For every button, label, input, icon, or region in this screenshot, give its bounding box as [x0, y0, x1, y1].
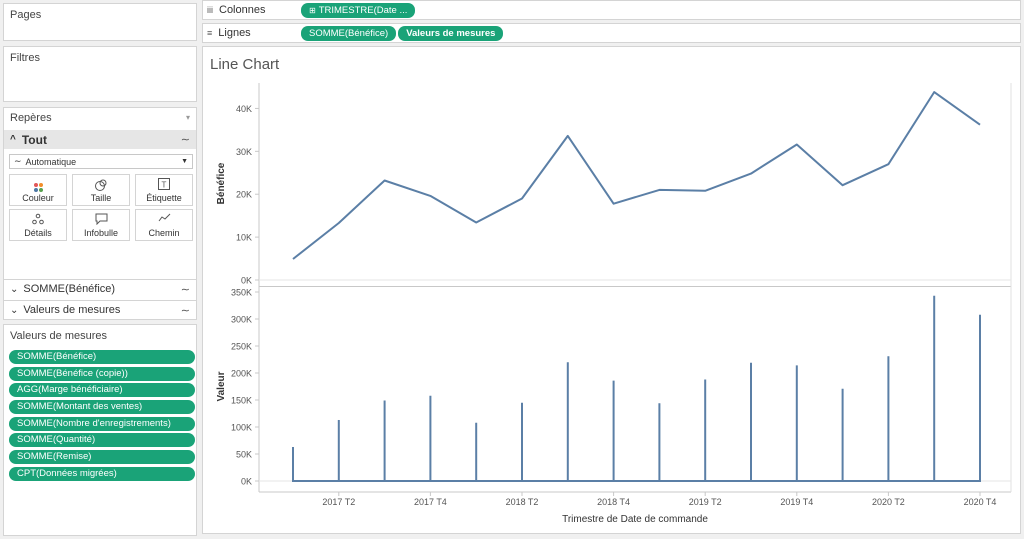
color-icon: [10, 178, 66, 192]
y-axis-title: Bénéfice: [216, 162, 227, 204]
pages-title: Pages: [10, 9, 42, 21]
x-tick-label: 2020 T2: [872, 497, 905, 507]
measure-pill[interactable]: CPT(Données migrées): [9, 466, 195, 481]
measure-pill[interactable]: SOMME(Bénéfice (copie)): [9, 366, 195, 381]
series-line: [292, 91, 981, 260]
marks-section-label: SOMME(Bénéfice): [23, 283, 116, 295]
y-tick-label: 0K: [241, 276, 252, 286]
size-icon: [73, 178, 129, 192]
filters-card[interactable]: Filtres: [3, 46, 197, 102]
columns-shelf-label: iii Colonnes: [203, 4, 301, 16]
marks-header: Repères ▾: [4, 108, 196, 127]
chevron-down-icon[interactable]: ⌄: [10, 305, 18, 316]
x-tick-label: 2017 T4: [414, 497, 447, 507]
detail-button[interactable]: Détails: [9, 209, 67, 241]
columns-pill-label: TRIMESTRE(Date ...: [318, 4, 408, 16]
chart-area: Line Chart 0K 10K 20K 30K 40K Bénéfice 0K 50K 10…: [202, 46, 1021, 534]
marks-section-measure-values[interactable]: ⌄ Valeurs de mesures ∼: [4, 300, 196, 319]
label-button[interactable]: T Étiquette: [135, 174, 193, 206]
line-mark-icon: ∼: [180, 304, 190, 317]
columns-label-text: Colonnes: [219, 4, 266, 16]
measure-pill[interactable]: AGG(Marge bénéficiaire): [9, 383, 195, 398]
x-tick-label: 2018 T2: [506, 497, 539, 507]
y-tick-label: 150K: [231, 396, 252, 406]
measure-pill[interactable]: SOMME(Bénéfice): [9, 350, 195, 364]
path-button-label: Chemin: [148, 228, 180, 238]
chevron-down-icon[interactable]: ⌄: [10, 284, 18, 295]
y-tick-label: 20K: [236, 190, 252, 200]
tooltip-button[interactable]: Infobulle: [72, 209, 130, 241]
detail-icon: [10, 213, 66, 227]
measure-values-list: SOMME(Bénéfice) SOMME(Bénéfice (copie)) …: [9, 350, 195, 484]
y-tick-label: 30K: [236, 147, 252, 157]
y-tick-label: 0K: [241, 477, 252, 487]
x-tick-label: 2017 T2: [322, 497, 355, 507]
left-panel: Pages Filtres Repères ▾ ^ Tout ∼ ∼ Autom…: [0, 0, 199, 539]
y-axis-title: Valeur: [216, 371, 227, 401]
line-mark-icon: ∼: [14, 156, 22, 166]
color-button-label: Couleur: [22, 193, 54, 203]
marks-section-label: Valeurs de mesures: [23, 304, 121, 316]
x-axis-title: Trimestre de Date de commande: [562, 514, 708, 525]
columns-shelf[interactable]: iii Colonnes ⊞ TRIMESTRE(Date ...: [202, 0, 1021, 20]
path-button[interactable]: Chemin: [135, 209, 193, 241]
marks-card: Repères ▾ ^ Tout ∼ ∼ Automatique ▼ Coule…: [3, 107, 197, 320]
detail-button-label: Détails: [24, 228, 52, 238]
measure-pill[interactable]: SOMME(Quantité): [9, 433, 195, 448]
x-tick-label: 2020 T4: [964, 497, 997, 507]
mark-type-value: Automatique: [25, 156, 77, 167]
marks-all-label: Tout: [21, 132, 47, 147]
marks-all-row[interactable]: ^ Tout ∼: [4, 130, 196, 149]
pages-card[interactable]: Pages: [3, 3, 197, 41]
y-tick-label: 50K: [236, 450, 252, 460]
y-tick-label: 300K: [231, 315, 252, 325]
series-line: [292, 295, 981, 482]
marks-section-profit[interactable]: ⌄ SOMME(Bénéfice) ∼: [4, 279, 196, 298]
marks-menu-caret-icon[interactable]: ▾: [186, 113, 190, 122]
color-button[interactable]: Couleur: [9, 174, 67, 206]
rows-shelf-label: ≡ Lignes: [203, 27, 301, 39]
y-tick-label: 100K: [231, 423, 252, 433]
size-button[interactable]: Taille: [72, 174, 130, 206]
chevron-up-icon[interactable]: ^: [10, 134, 16, 145]
measure-pill[interactable]: SOMME(Nombre d'enregistrements): [9, 416, 195, 431]
rows-shelf[interactable]: ≡ Lignes SOMME(Bénéfice) Valeurs de mesu…: [202, 23, 1021, 43]
line-mark-icon: ∼: [180, 283, 190, 296]
line-mark-icon: ∼: [180, 134, 190, 146]
measure-pill[interactable]: SOMME(Remise): [9, 450, 195, 465]
x-tick-label: 2018 T4: [597, 497, 630, 507]
dropdown-arrow-icon[interactable]: ▼: [181, 158, 188, 165]
y-tick-label: 40K: [236, 104, 252, 114]
rows-icon: ≡: [207, 28, 213, 38]
y-tick-label: 250K: [231, 342, 252, 352]
columns-pill-quarter[interactable]: ⊞ TRIMESTRE(Date ...: [301, 2, 416, 18]
measure-pill[interactable]: SOMME(Montant des ventes): [9, 400, 195, 415]
y-tick-label: 200K: [231, 369, 252, 379]
path-icon: [136, 213, 192, 227]
label-icon: T: [136, 178, 192, 192]
rows-label-text: Lignes: [218, 27, 251, 39]
size-button-label: Taille: [90, 193, 112, 203]
mark-type-select[interactable]: ∼ Automatique ▼: [9, 154, 193, 169]
label-button-label: Étiquette: [146, 193, 182, 203]
filters-title: Filtres: [10, 52, 40, 64]
tooltip-button-label: Infobulle: [83, 228, 119, 238]
measure-values-title: Valeurs de mesures: [10, 330, 108, 342]
date-icon: ⊞: [309, 5, 316, 15]
measure-values-card: Valeurs de mesures SOMME(Bénéfice) SOMME…: [3, 324, 197, 536]
rows-pill-measure-values[interactable]: Valeurs de mesures: [398, 25, 504, 41]
columns-icon: iii: [207, 5, 213, 15]
x-tick-label: 2019 T2: [689, 497, 722, 507]
y-tick-label: 10K: [236, 233, 252, 243]
y-tick-label: 350K: [231, 288, 252, 298]
tooltip-icon: [73, 213, 129, 227]
line-chart: 0K 10K 20K 30K 40K Bénéfice 0K 50K 100K 150K 200K 2…: [216, 83, 1012, 525]
marks-title: Repères: [10, 111, 52, 124]
x-tick-label: 2019 T4: [780, 497, 813, 507]
svg-text:T: T: [162, 181, 167, 190]
rows-pill-profit[interactable]: SOMME(Bénéfice): [301, 25, 397, 41]
